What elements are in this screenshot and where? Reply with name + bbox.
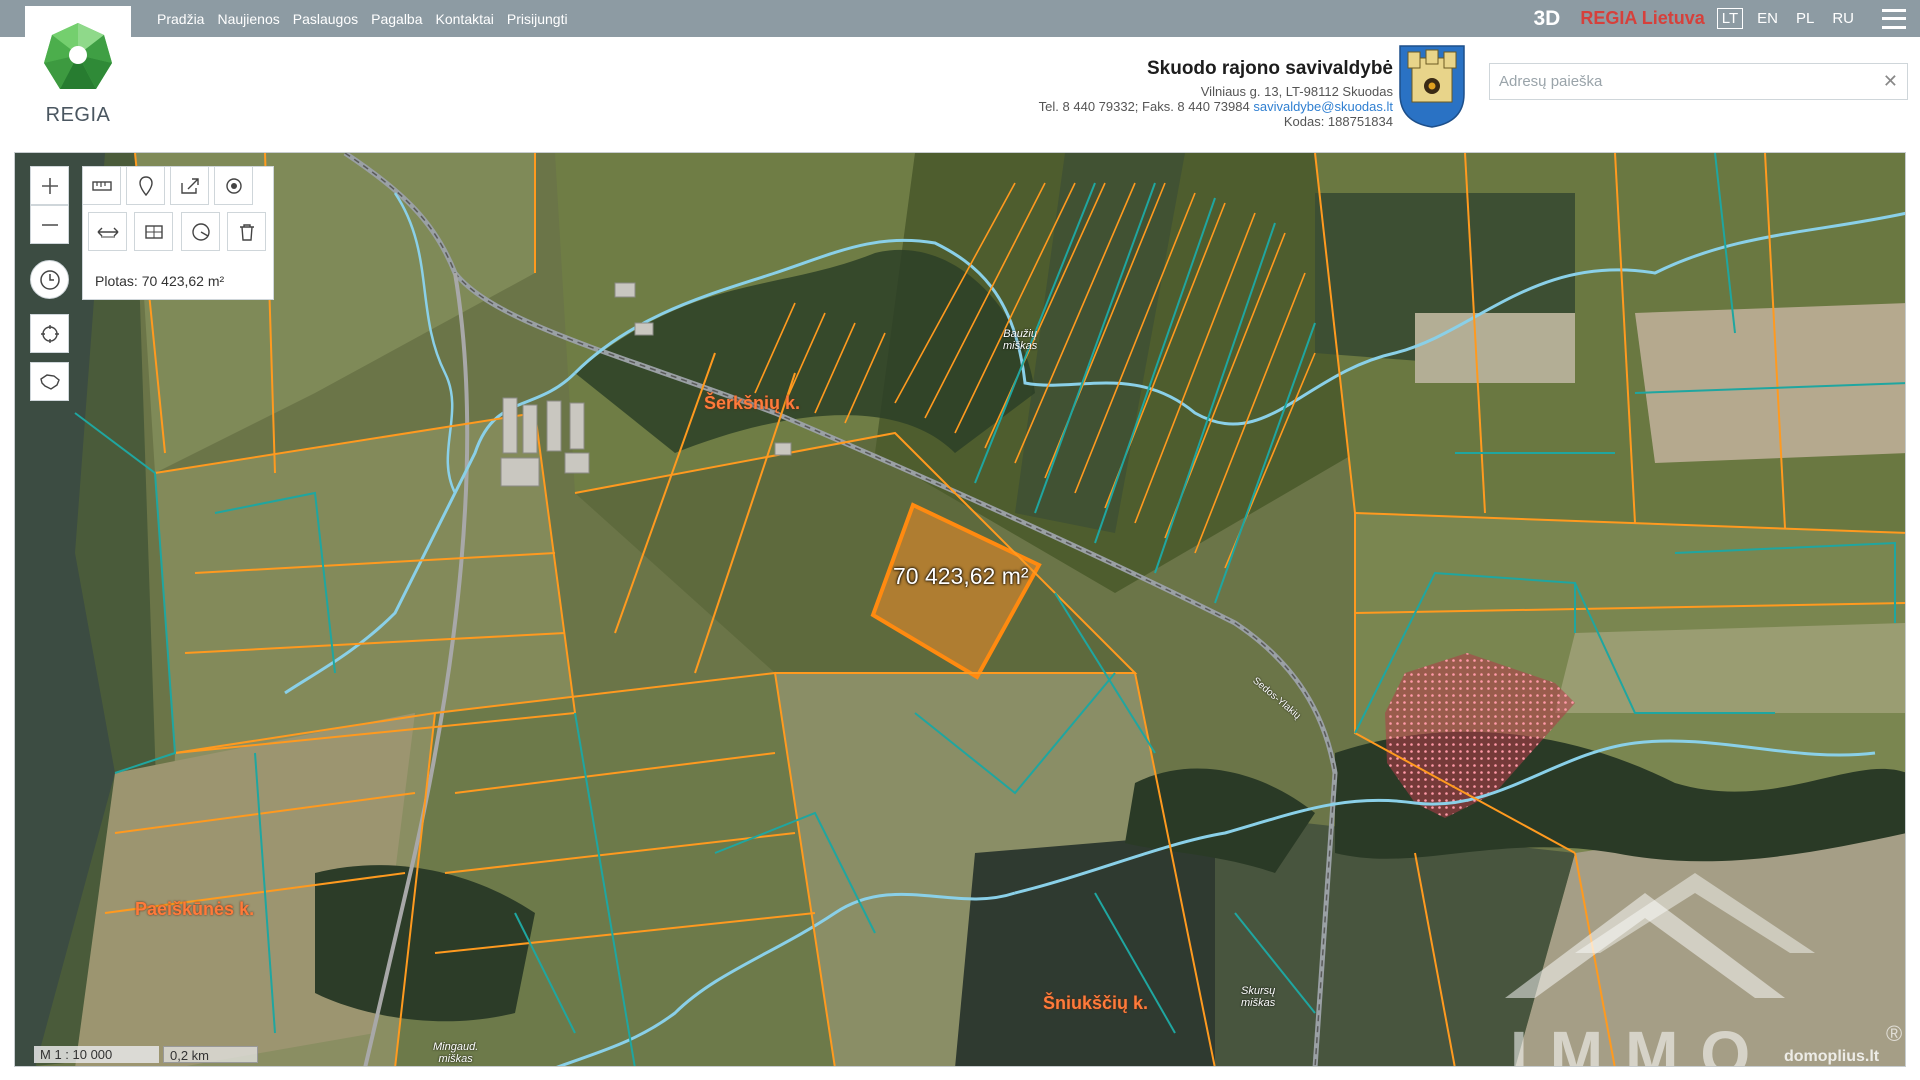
ruler-icon (91, 180, 112, 191)
municipality-phone: Tel. 8 440 79332; Faks. 8 440 73984 (1038, 99, 1250, 114)
lang-en[interactable]: EN (1753, 9, 1782, 28)
place-marker-button[interactable] (126, 166, 165, 205)
map-pin-icon (138, 175, 153, 196)
place-label-sniuksciu: Šniukščių k. (1043, 993, 1149, 1013)
arrows-horizontal-icon (97, 227, 118, 237)
municipality-contacts: Tel. 8 440 79332; Faks. 8 440 73984 savi… (1039, 99, 1393, 114)
lang-lt[interactable]: LT (1716, 8, 1744, 29)
lang-ru[interactable]: RU (1828, 9, 1858, 28)
region-outline-icon (39, 373, 60, 390)
selected-area-label: 70 423,62 m² (893, 563, 1029, 589)
municipality-info: Skuodo rajono savivaldybė Vilniaus g. 13… (1039, 58, 1393, 129)
share-button[interactable] (170, 166, 209, 205)
share-icon (180, 177, 199, 194)
menu-icon[interactable] (1882, 8, 1906, 29)
lang-pl[interactable]: PL (1792, 9, 1818, 28)
address-search-input[interactable] (1490, 64, 1870, 99)
measure-length-button[interactable] (88, 212, 127, 251)
locate-point-button[interactable] (214, 166, 253, 205)
nav-item-pradzia[interactable]: Pradžia (157, 11, 204, 27)
zoom-in-button[interactable] (30, 166, 69, 205)
forest-label-bauziu: Baužių miškas (1003, 328, 1037, 352)
nav-item-kontaktai[interactable]: Kontaktai (436, 11, 494, 27)
region-boundary-button[interactable] (30, 362, 69, 401)
trash-icon (239, 223, 254, 241)
forest-name: Mingaud. (433, 1041, 479, 1053)
nav-item-prisijungti[interactable]: Prisijungti (507, 11, 568, 27)
regia-logo-icon (44, 23, 112, 89)
address-search: ✕ (1489, 63, 1908, 100)
regia-lietuva-link[interactable]: REGIA Lietuva (1580, 8, 1704, 29)
domoplius-watermark: domoplius.lt (1784, 1048, 1880, 1065)
forest-label-skurs: Skursų miškas (1241, 985, 1275, 1009)
nav-item-naujienos[interactable]: Naujienos (217, 11, 279, 27)
area-result-text: Plotas: 70 423,62 m² (95, 273, 225, 289)
municipality-address: Vilniaus g. 13, LT-98112 Skuodas (1200, 84, 1393, 99)
forest-name: Skursų (1241, 985, 1276, 997)
forest-type: miškas (1003, 340, 1038, 352)
nav-item-pagalba[interactable]: Pagalba (371, 11, 422, 27)
forest-type: miškas (1241, 997, 1276, 1009)
municipality-name: Skuodo rajono savivaldybė (1146, 58, 1393, 79)
language-switcher: LT EN PL RU (1716, 8, 1858, 29)
plus-icon (41, 177, 58, 194)
top-right-controls: 3D REGIA Lietuva LT EN PL RU (1534, 0, 1906, 37)
minus-icon (41, 223, 58, 226)
clock-icon (39, 269, 60, 290)
forest-name: Baužių (1003, 328, 1037, 340)
target-icon (225, 177, 242, 194)
municipality-code: Kodas: 188751834 (1283, 114, 1393, 129)
registered-mark: ® (1886, 1021, 1903, 1046)
top-bar: Pradžia Naujienos Paslaugos Pagalba Kont… (0, 0, 1920, 37)
crosshair-icon (40, 324, 59, 343)
coat-of-arms-icon (1399, 45, 1465, 128)
radius-icon (191, 222, 210, 241)
immo-watermark: IMMO (1510, 1018, 1773, 1067)
municipality-email-link[interactable]: savivaldybe@skuodas.lt (1253, 99, 1393, 114)
area-grid-icon (144, 224, 163, 239)
map-canvas[interactable] (15, 153, 1906, 1067)
map-scale-ratio: M 1 : 10 000 (34, 1046, 159, 1063)
map-scale-bar: 0,2 km (163, 1046, 258, 1063)
forest-label-mingaud: Mingaud. miškas (433, 1041, 478, 1065)
logo-text: REGIA (45, 104, 111, 126)
measure-area-button[interactable] (134, 212, 173, 251)
zoom-out-button[interactable] (30, 205, 69, 244)
nav-item-paslaugos[interactable]: Paslaugos (293, 11, 358, 27)
main-nav: Pradžia Naujienos Paslaugos Pagalba Kont… (157, 0, 568, 37)
regia-logo[interactable]: REGIA (25, 6, 131, 132)
measure-radius-button[interactable] (181, 212, 220, 251)
measure-distance-button[interactable] (82, 166, 121, 205)
close-icon[interactable]: ✕ (1883, 71, 1898, 92)
place-label-serksniu: Šerkšnių k. (704, 393, 801, 413)
map-view[interactable]: Plotas: 70 423,62 m² 70 423,62 m² Šerkšn… (14, 152, 1906, 1067)
my-location-button[interactable] (30, 314, 69, 353)
delete-measurement-button[interactable] (227, 212, 266, 251)
history-button[interactable] (30, 260, 69, 299)
3d-view-button[interactable]: 3D (1534, 7, 1561, 31)
forest-type: miškas (438, 1053, 473, 1065)
place-label-paeiskunes: Paeiškūnės k. (135, 899, 255, 919)
